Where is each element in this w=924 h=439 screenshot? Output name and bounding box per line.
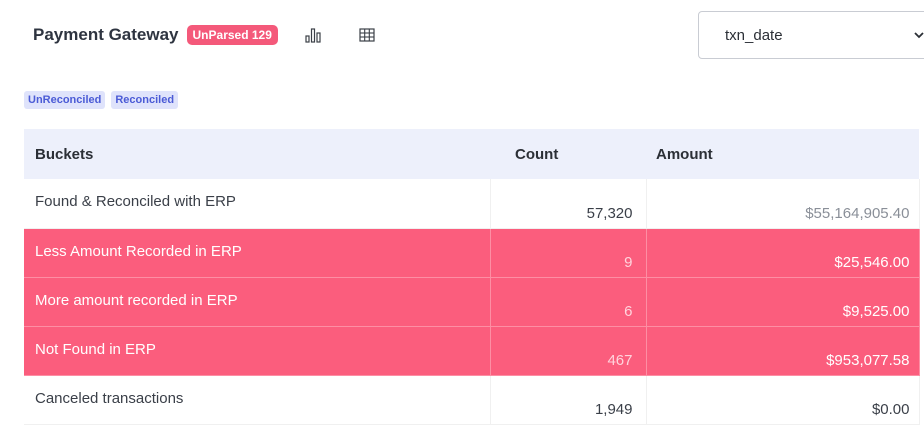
table-row[interactable]: More amount recorded in ERP 6 $9,525.00 [24,277,920,327]
amount-cell: $953,077.58 [646,326,920,376]
column-header-count[interactable]: Count [490,129,646,179]
select-value: txn_date [725,26,783,44]
amount-cell: $9,525.00 [646,277,920,327]
table-row[interactable]: Canceled transactions 1,949 $0.00 [24,375,920,425]
count-cell: 467 [490,326,647,376]
bucket-cell: Found & Reconciled with ERP [24,179,491,229]
bucket-cell: Less Amount Recorded in ERP [24,228,491,278]
unparsed-badge[interactable]: UnParsed 129 [186,25,278,45]
amount-cell: $55,164,905.40 [646,179,920,229]
reconcile-filter-chips: UnReconciled Reconciled [24,91,179,109]
count-cell: 9 [490,228,647,278]
table-row[interactable]: Not Found in ERP 467 $953,077.58 [24,326,920,376]
chip-unreconciled[interactable]: UnReconciled [24,91,106,109]
bucket-cell: Canceled transactions [24,375,491,425]
column-header-buckets[interactable]: Buckets [24,129,490,179]
amount-cell: $25,546.00 [646,228,920,278]
chip-reconciled[interactable]: Reconciled [111,91,179,109]
count-cell: 57,320 [490,179,647,229]
table-header-row: Buckets Count Amount [24,129,919,179]
page-title: Payment Gateway [33,25,179,44]
bucket-cell: More amount recorded in ERP [24,277,491,327]
table-row[interactable]: Found & Reconciled with ERP 57,320 $55,1… [24,179,920,229]
buckets-table: Buckets Count Amount Found & Reconciled … [24,129,920,425]
column-header-amount[interactable]: Amount [646,129,919,179]
date-field-select[interactable]: txn_date [698,11,924,59]
page-header: Payment Gateway UnParsed 129 [33,20,378,50]
count-cell: 1,949 [490,375,647,425]
grid-table-icon[interactable] [356,24,378,46]
count-cell: 6 [490,277,647,327]
chevron-down-icon [913,28,924,45]
bar-chart-icon[interactable] [302,24,324,46]
bucket-cell: Not Found in ERP [24,326,491,376]
table-row[interactable]: Less Amount Recorded in ERP 9 $25,546.00 [24,228,920,278]
amount-cell: $0.00 [646,375,920,425]
